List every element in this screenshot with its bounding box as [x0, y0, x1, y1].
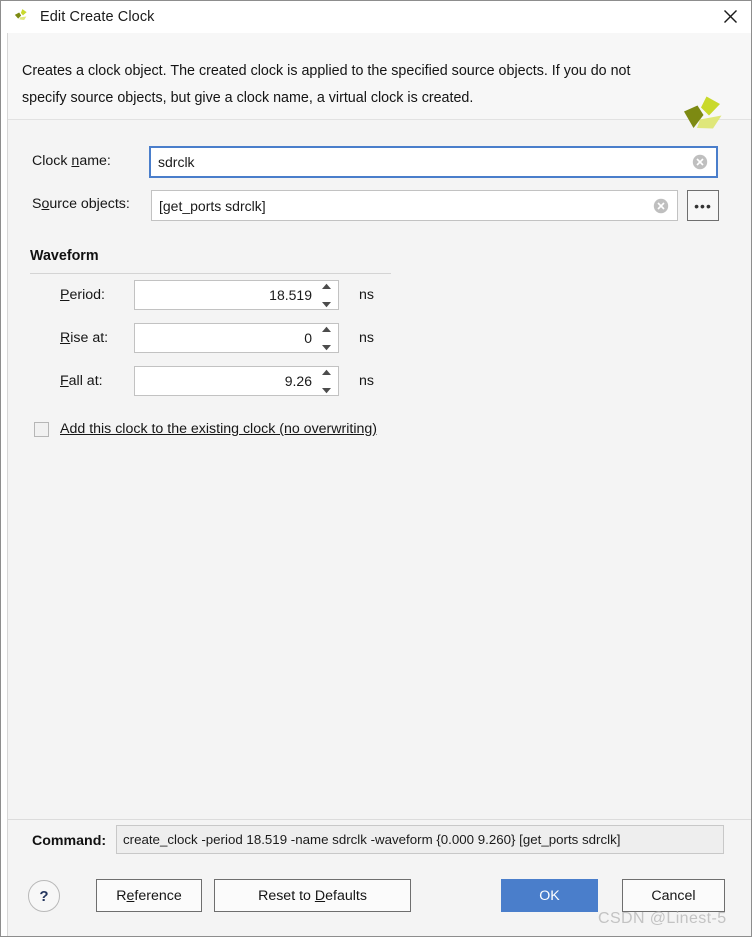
fall-at-unit: ns: [359, 373, 374, 389]
add-to-existing-clock-label: Add this clock to the existing clock (no…: [60, 421, 377, 437]
rise-at-label-mnemonic: R: [60, 330, 70, 346]
help-button[interactable]: ?: [28, 880, 60, 912]
title-bar: Edit Create Clock: [1, 1, 752, 34]
source-objects-browse-button[interactable]: •••: [687, 190, 719, 221]
period-spinner-buttons[interactable]: [319, 283, 334, 308]
period-label-post: eriod:: [69, 287, 105, 303]
fall-at-label-post: all at:: [69, 373, 103, 389]
reset-to-defaults-button[interactable]: Reset to Defaults: [214, 879, 411, 912]
vivado-logo-icon: [12, 7, 32, 27]
command-value: create_clock -period 18.519 -name sdrclk…: [116, 825, 724, 854]
clear-circle-icon[interactable]: [692, 154, 708, 170]
source-objects-field[interactable]: [152, 198, 677, 214]
fall-at-spinner[interactable]: [134, 366, 339, 396]
source-objects-label-post: urce objects:: [49, 196, 129, 212]
period-label: Period:: [60, 287, 105, 303]
rise-at-spinner-buttons[interactable]: [319, 326, 334, 351]
clock-name-label-pre: Clock: [32, 153, 71, 169]
spinner-down-icon[interactable]: [321, 387, 332, 394]
rise-at-label: Rise at:: [60, 330, 108, 346]
rise-at-spinner[interactable]: [134, 323, 339, 353]
rise-at-field[interactable]: [135, 330, 338, 346]
footer-separator: [8, 819, 752, 820]
spinner-down-icon[interactable]: [321, 301, 332, 308]
fall-at-label-mnemonic: F: [60, 373, 69, 389]
ok-button[interactable]: OK: [501, 879, 598, 912]
reference-button[interactable]: Reference: [96, 879, 202, 912]
question-mark-icon: ?: [39, 888, 48, 905]
cancel-button[interactable]: Cancel: [622, 879, 725, 912]
cancel-button-label: Cancel: [651, 888, 695, 904]
ok-button-label: OK: [539, 888, 560, 904]
period-unit: ns: [359, 287, 374, 303]
close-icon[interactable]: [707, 1, 752, 32]
period-field[interactable]: [135, 287, 338, 303]
spinner-up-icon[interactable]: [321, 283, 332, 290]
reset-label-mnemonic: D: [315, 888, 325, 904]
clock-name-input[interactable]: [149, 146, 718, 178]
reset-label-post: efaults: [325, 888, 367, 904]
window-title: Edit Create Clock: [40, 9, 155, 25]
waveform-group-title: Waveform: [30, 248, 99, 264]
clock-name-label-post: ame:: [79, 153, 111, 169]
waveform-group-rule: [30, 273, 391, 274]
fall-at-spinner-buttons[interactable]: [319, 369, 334, 394]
reset-label-pre: Reset to: [258, 888, 315, 904]
clock-name-label: Clock name:: [32, 153, 111, 169]
watermark: CSDN @Linest-5: [598, 910, 727, 928]
left-rail: [1, 33, 8, 937]
rise-at-label-post: ise at:: [70, 330, 108, 346]
vivado-logo-large-icon: [680, 95, 728, 141]
spinner-up-icon[interactable]: [321, 326, 332, 333]
clear-circle-icon[interactable]: [653, 198, 669, 214]
source-objects-input[interactable]: [151, 190, 678, 221]
fall-at-field[interactable]: [135, 373, 338, 389]
spinner-up-icon[interactable]: [321, 369, 332, 376]
command-label: Command:: [32, 833, 106, 849]
add-to-existing-clock-label-post: dd this clock to the existing clock (no …: [69, 421, 377, 437]
spinner-down-icon[interactable]: [321, 344, 332, 351]
add-to-existing-clock-checkbox-row[interactable]: Add this clock to the existing clock (no…: [34, 421, 377, 437]
add-to-existing-clock-checkbox[interactable]: [34, 422, 49, 437]
reference-label-post: ference: [134, 888, 181, 904]
period-spinner[interactable]: [134, 280, 339, 310]
reference-label-pre: R: [116, 888, 126, 904]
description-text: Creates a clock object. The created cloc…: [22, 58, 662, 112]
ellipsis-icon: •••: [694, 204, 712, 208]
rise-at-unit: ns: [359, 330, 374, 346]
source-objects-label: Source objects:: [32, 196, 130, 212]
description-banner: Creates a clock object. The created cloc…: [1, 33, 752, 120]
fall-at-label: Fall at:: [60, 373, 103, 389]
edit-create-clock-dialog: Edit Create Clock Creates a clock object…: [0, 0, 752, 937]
clock-name-field[interactable]: [151, 154, 716, 170]
